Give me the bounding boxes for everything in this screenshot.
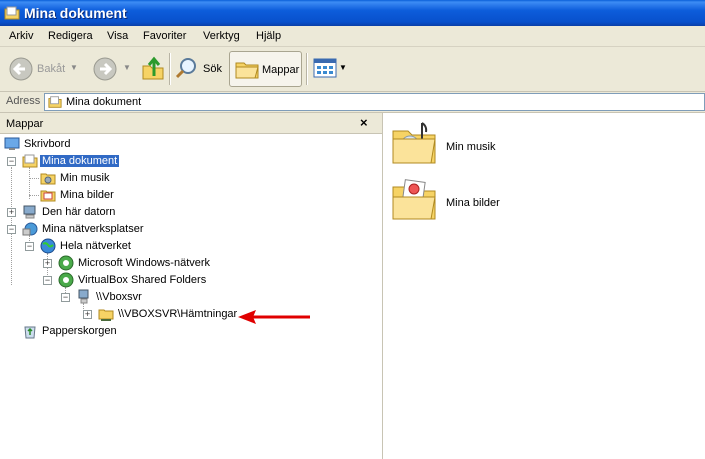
tree-item-microsoft-windows-natverk[interactable]: Microsoft Windows-nätverk xyxy=(58,255,278,272)
tree-item-label: VirtualBox Shared Folders xyxy=(78,274,207,286)
forward-button[interactable]: ▼ xyxy=(90,55,132,83)
tree-item-hela-natverket[interactable]: Hela nätverket xyxy=(40,238,240,255)
tree-item-skrivbord[interactable]: Skrivbord xyxy=(4,136,204,153)
tree-item-label: Min musik xyxy=(60,172,110,184)
window-title: Mina dokument xyxy=(24,5,127,21)
folder-icon xyxy=(4,6,20,20)
back-button[interactable]: Bakåt ▼ xyxy=(6,55,78,83)
folder-icon xyxy=(48,96,62,108)
up-folder-button[interactable] xyxy=(141,54,165,82)
menu-favoriter[interactable]: Favoriter xyxy=(143,30,186,42)
menu-redigera[interactable]: Redigera xyxy=(48,30,93,42)
collapse-toggle[interactable]: − xyxy=(25,242,34,251)
folders-button[interactable]: Mappar xyxy=(229,51,302,87)
music-folder-icon xyxy=(392,122,436,164)
folders-label: Mappar xyxy=(262,64,300,76)
chevron-down-icon[interactable]: ▼ xyxy=(70,63,78,72)
globe-icon xyxy=(40,238,56,254)
tree-item-mina-bilder[interactable]: Mina bilder xyxy=(40,187,240,204)
collapse-toggle[interactable]: − xyxy=(7,225,16,234)
chevron-down-icon[interactable]: ▼ xyxy=(123,63,131,72)
tree-item-label: Den här datorn xyxy=(42,206,116,218)
views-icon xyxy=(313,58,337,78)
tree-item-den-har-datorn[interactable]: Den här datorn xyxy=(22,204,222,221)
toolbar-separator xyxy=(306,53,308,85)
tree-item-mina-natverksplatser[interactable]: Mina nätverksplatser xyxy=(22,221,222,238)
tree-item-label: Mina bilder xyxy=(60,189,114,201)
toolbar-separator xyxy=(169,53,171,85)
tree-item-label: Mina nätverksplatser xyxy=(42,223,144,235)
music-folder-icon xyxy=(40,173,56,185)
menu-bar: Arkiv Redigera Visa Favoriter Verktyg Hj… xyxy=(0,26,705,47)
recycle-bin-icon xyxy=(24,326,36,339)
tree-item-virtualbox-shared-folders[interactable]: VirtualBox Shared Folders xyxy=(58,272,278,289)
menu-visa[interactable]: Visa xyxy=(107,30,128,42)
address-bar: Adress Mina dokument xyxy=(0,92,705,113)
computer-icon xyxy=(78,289,89,304)
expand-toggle[interactable]: + xyxy=(83,310,92,319)
tree-item-vboxsvr[interactable]: \\Vboxsvr xyxy=(76,289,276,306)
content-pane: Min musik Mina bilder xyxy=(384,113,705,459)
folders-icon xyxy=(235,62,259,79)
annotation-arrow-icon xyxy=(238,310,310,324)
menu-hjalp[interactable]: Hjälp xyxy=(256,30,281,42)
collapse-toggle[interactable]: − xyxy=(43,276,52,285)
tree-item-label: Mina dokument xyxy=(40,155,120,167)
tree-item-label: Microsoft Windows-nätverk xyxy=(78,257,211,269)
address-label: Adress xyxy=(6,95,41,107)
expand-toggle[interactable]: + xyxy=(7,208,16,217)
folder-item-label: Mina bilder xyxy=(446,197,500,209)
tree-item-mina-dokument[interactable]: Mina dokument xyxy=(22,153,222,170)
tree-item-label: \\Vboxsvr xyxy=(96,291,142,303)
tree-item-label: Hela nätverket xyxy=(60,240,131,252)
documents-folder-icon xyxy=(22,154,38,168)
tree-item-papperskorgen[interactable]: Papperskorgen xyxy=(22,323,222,340)
menu-arkiv[interactable]: Arkiv xyxy=(9,30,33,42)
address-value: Mina dokument xyxy=(66,96,142,108)
pictures-folder-icon xyxy=(392,179,436,220)
tree-item-label: \\VBOXSVR\Hämtningar xyxy=(118,308,238,320)
network-icon xyxy=(58,272,74,288)
collapse-toggle[interactable]: − xyxy=(61,293,70,302)
close-icon[interactable]: × xyxy=(360,115,368,130)
expand-toggle[interactable]: + xyxy=(43,259,52,268)
tree-line xyxy=(29,195,39,197)
folders-pane: Mappar × Skrivbord − Mina dokument Min m… xyxy=(0,113,383,459)
menu-verktyg[interactable]: Verktyg xyxy=(203,30,240,42)
title-bar[interactable]: Mina dokument xyxy=(0,0,705,26)
search-button[interactable]: Sök xyxy=(175,55,223,83)
network-places-icon xyxy=(22,222,38,236)
computer-icon xyxy=(23,205,36,219)
pictures-folder-icon xyxy=(40,190,56,202)
tree-item-min-musik[interactable]: Min musik xyxy=(40,170,240,187)
folder-item-mina-bilder[interactable]: Mina bilder xyxy=(390,175,530,225)
network-share-icon xyxy=(98,309,114,321)
desktop-icon xyxy=(4,137,20,150)
views-button[interactable]: ▼ xyxy=(313,57,347,81)
folder-item-min-musik[interactable]: Min musik xyxy=(390,119,530,169)
up-folder-icon xyxy=(142,56,164,80)
address-field[interactable]: Mina dokument xyxy=(44,93,705,111)
tree-item-label: Papperskorgen xyxy=(42,325,117,337)
tree-item-label: Skrivbord xyxy=(24,138,71,150)
forward-arrow-icon xyxy=(93,57,117,81)
folders-pane-header: Mappar × xyxy=(0,113,382,134)
network-icon xyxy=(58,255,74,271)
search-icon xyxy=(175,58,196,79)
back-label: Bakåt xyxy=(37,63,66,75)
tree-line xyxy=(29,178,39,180)
back-arrow-icon xyxy=(9,57,33,81)
collapse-toggle[interactable]: − xyxy=(7,157,16,166)
folder-item-label: Min musik xyxy=(446,141,496,153)
toolbar: Bakåt ▼ ▼ Sök Mappar ▼ xyxy=(0,47,705,92)
folders-pane-title: Mappar xyxy=(6,118,44,130)
chevron-down-icon[interactable]: ▼ xyxy=(339,63,347,72)
search-label: Sök xyxy=(203,63,222,75)
